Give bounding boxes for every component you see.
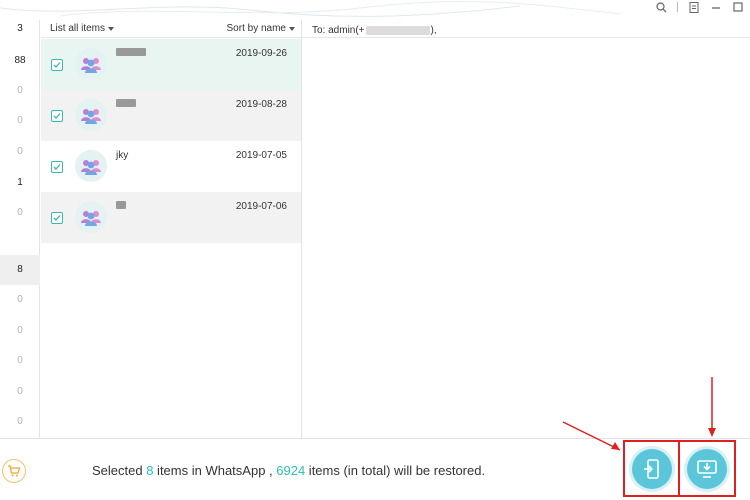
window-controls <box>655 0 744 14</box>
search-icon[interactable] <box>655 1 667 13</box>
category-count[interactable]: 0 <box>0 377 40 407</box>
recipient-suffix: ), <box>430 24 437 36</box>
divider <box>677 2 678 12</box>
chat-name: jky <box>116 150 129 161</box>
minimize-icon[interactable] <box>710 1 722 13</box>
status-text-part: Selected <box>92 463 147 478</box>
download-to-computer-button[interactable] <box>687 449 727 489</box>
category-count-column: 3 88 0 0 0 1 0 8 0 0 0 0 0 <box>0 20 40 438</box>
category-count[interactable]: 0 <box>0 316 40 346</box>
category-count[interactable]: 0 <box>0 137 40 167</box>
checkbox[interactable] <box>51 161 63 173</box>
chat-date: 2019-07-05 <box>235 150 287 161</box>
maximize-icon[interactable] <box>732 1 744 13</box>
category-count[interactable]: 3 <box>0 14 40 44</box>
chat-row[interactable]: 2019-09-26 <box>41 39 301 90</box>
restore-status-text: Selected 8 items in WhatsApp , 6924 item… <box>92 463 485 478</box>
chat-name <box>116 201 126 212</box>
checkbox[interactable] <box>51 212 63 224</box>
redacted-name <box>116 48 146 56</box>
menu-icon[interactable] <box>688 1 700 13</box>
status-text-part: items (in total) will be restored. <box>305 463 486 478</box>
chat-name <box>116 99 136 110</box>
checkbox[interactable] <box>51 59 63 71</box>
category-count[interactable]: 0 <box>0 346 40 376</box>
annotation-arrowhead <box>708 428 716 437</box>
status-text-part: items in WhatsApp , <box>153 463 277 478</box>
category-count[interactable]: 0 <box>0 106 40 136</box>
chevron-down-icon <box>289 26 295 31</box>
redacted-phone <box>365 25 430 35</box>
computer-download-icon <box>697 460 717 478</box>
cart-icon[interactable] <box>2 459 26 483</box>
list-filter-dropdown[interactable]: List all items <box>50 23 115 34</box>
recipient-prefix: To: admin(+ <box>312 24 365 36</box>
category-count[interactable]: 0 <box>0 285 40 315</box>
checkbox[interactable] <box>51 110 63 122</box>
chat-list: 2019-09-26 2019-08-28 jky 2019-07-05 201… <box>41 39 301 243</box>
group-avatar-icon <box>75 150 107 182</box>
list-filter-label: List all items <box>50 23 106 34</box>
redacted-name <box>116 99 136 107</box>
chat-date: 2019-08-28 <box>235 99 287 110</box>
list-header: List all items Sort by name <box>41 20 301 38</box>
total-count: 6924 <box>276 463 306 478</box>
recipient-line: To: admin(+ ), <box>302 20 750 38</box>
chevron-down-icon <box>108 26 115 31</box>
sort-dropdown[interactable]: Sort by name <box>227 23 295 34</box>
category-count-selected[interactable]: 8 <box>0 255 40 285</box>
sort-label: Sort by name <box>226 23 286 34</box>
chat-row[interactable]: jky 2019-07-05 <box>41 141 301 192</box>
group-avatar-icon <box>75 99 107 131</box>
category-count[interactable]: 88 <box>0 46 40 76</box>
category-count[interactable]: 0 <box>0 198 40 228</box>
group-avatar-icon <box>75 201 107 233</box>
group-avatar-icon <box>75 48 107 80</box>
category-count[interactable]: 1 <box>0 168 40 198</box>
restore-to-device-button[interactable] <box>632 449 672 489</box>
chat-date: 2019-09-26 <box>235 48 287 59</box>
chat-row[interactable]: 2019-08-28 <box>41 90 301 141</box>
redacted-name <box>116 201 126 209</box>
category-count[interactable]: 0 <box>0 407 40 437</box>
chat-row[interactable]: 2019-07-06 <box>41 192 301 243</box>
pane-divider <box>301 20 302 438</box>
category-count[interactable]: 0 <box>0 76 40 106</box>
chat-name <box>116 48 146 59</box>
chat-date: 2019-07-06 <box>235 201 287 212</box>
header-decoration <box>0 0 621 17</box>
phone-restore-icon <box>644 459 659 479</box>
